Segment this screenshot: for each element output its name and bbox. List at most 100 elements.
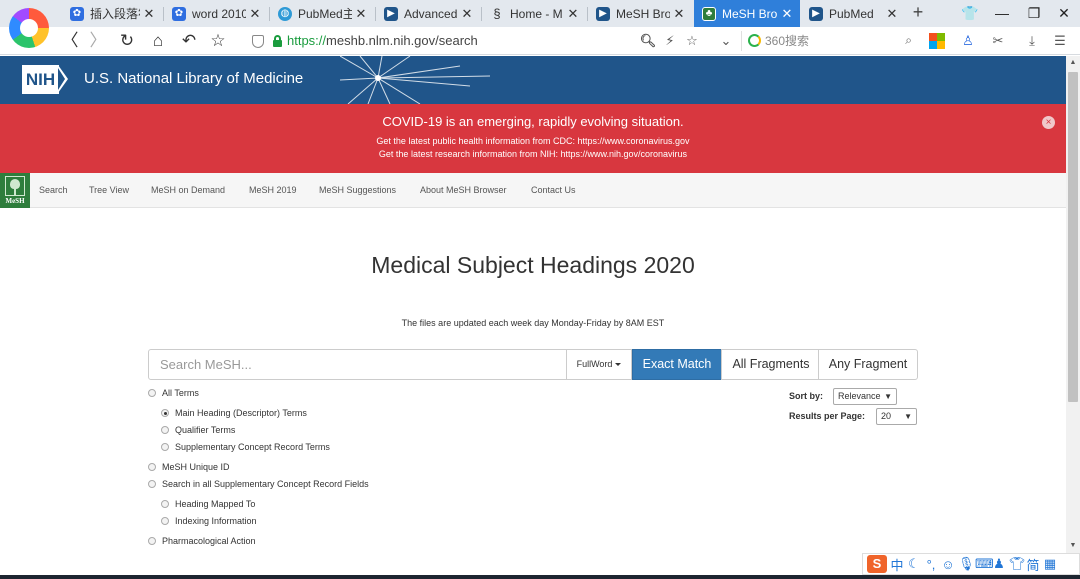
radio-button[interactable] bbox=[161, 443, 169, 451]
menu-icon[interactable]: ☰ bbox=[1050, 27, 1070, 55]
alert-close-icon[interactable]: × bbox=[1042, 116, 1055, 129]
page-search-icon[interactable]: 🔍︎ bbox=[638, 27, 658, 55]
exact-match-button[interactable]: Exact Match bbox=[632, 349, 722, 380]
caret-down-icon bbox=[615, 363, 622, 367]
radio-button[interactable] bbox=[148, 480, 156, 488]
scroll-down-arrow-icon[interactable]: ▼ bbox=[1066, 539, 1080, 553]
radio-button[interactable] bbox=[161, 517, 169, 525]
nav-about-mesh-browser[interactable]: About MeSH Browser bbox=[420, 173, 507, 208]
sogou-ime-icon[interactable]: S bbox=[867, 555, 887, 573]
browser-tab[interactable]: ▶ PubMed ✕ bbox=[801, 0, 905, 27]
browser-tab-active[interactable]: ♣ MeSH Bro ✕ bbox=[694, 0, 800, 27]
close-icon[interactable]: ✕ bbox=[564, 6, 582, 22]
alert-nih-line[interactable]: Get the latest research information from… bbox=[0, 149, 1066, 159]
mesh-logo-text: MeSH bbox=[5, 197, 25, 205]
chevron-down-icon[interactable]: ⌄ bbox=[716, 27, 736, 55]
close-icon[interactable]: ✕ bbox=[458, 6, 476, 22]
lock-icon[interactable] bbox=[273, 35, 282, 47]
search-icon[interactable]: ⌕ bbox=[905, 33, 912, 48]
browser-tab[interactable]: ✿ word 2010 ✕ bbox=[164, 0, 268, 27]
results-per-page-select[interactable]: 20 ▼ bbox=[876, 408, 917, 425]
download-icon[interactable]: ⤓ bbox=[1022, 27, 1042, 55]
radio-button[interactable] bbox=[161, 500, 169, 508]
bookmark-star-icon[interactable]: ☆ bbox=[682, 27, 702, 55]
taskbar bbox=[0, 575, 1080, 579]
option-qualifier[interactable]: Qualifier Terms bbox=[161, 423, 235, 437]
scroll-thumb[interactable] bbox=[1068, 72, 1078, 402]
forward-button[interactable]: 〉 bbox=[86, 27, 110, 55]
microphone-icon[interactable]: 🎙︎ bbox=[958, 556, 975, 572]
scroll-up-arrow-icon[interactable]: ▲ bbox=[1066, 56, 1080, 70]
nav-contact-us[interactable]: Contact Us bbox=[531, 173, 576, 208]
close-icon[interactable]: ✕ bbox=[778, 6, 796, 22]
punctuation-icon[interactable]: °, bbox=[924, 557, 938, 572]
url-field[interactable]: https://meshb.nlm.nih.gov/search bbox=[287, 27, 478, 55]
radio-button-selected[interactable] bbox=[161, 409, 169, 417]
shield-icon[interactable] bbox=[252, 35, 264, 48]
nav-mesh-suggestions[interactable]: MeSH Suggestions bbox=[319, 173, 396, 208]
nih-logo[interactable]: NIH bbox=[22, 65, 72, 94]
browser-tab[interactable]: ✿ 插入段落符号 ✕ bbox=[62, 0, 162, 27]
nav-mesh-on-demand[interactable]: MeSH on Demand bbox=[151, 173, 225, 208]
scissors-icon[interactable]: ✂ bbox=[988, 27, 1008, 55]
fullword-dropdown[interactable]: FullWord bbox=[566, 349, 632, 380]
ime-mode-toggle[interactable]: 中 bbox=[890, 555, 904, 574]
tab-label: word 2010 bbox=[192, 6, 246, 21]
close-icon[interactable]: ✕ bbox=[352, 6, 370, 22]
favorite-star-icon[interactable]: ☆ bbox=[206, 27, 230, 55]
close-icon[interactable]: ✕ bbox=[140, 6, 158, 22]
browser-tab[interactable]: ▶ Advanced ✕ bbox=[376, 0, 480, 27]
browser-tab[interactable]: ▶ MeSH Bro ✕ bbox=[588, 0, 692, 27]
refresh-button[interactable]: ↻ bbox=[115, 27, 139, 55]
skin-icon[interactable]: 👕 bbox=[954, 0, 986, 27]
option-heading-mapped[interactable]: Heading Mapped To bbox=[161, 497, 255, 511]
keyboard-icon[interactable]: ⌨ bbox=[975, 556, 994, 572]
close-icon[interactable]: ✕ bbox=[246, 6, 264, 22]
mesh-logo[interactable]: MeSH bbox=[0, 173, 30, 208]
search-input[interactable] bbox=[148, 349, 567, 380]
grid-icon[interactable]: ▦ bbox=[1043, 556, 1057, 572]
browser-logo-icon[interactable] bbox=[9, 8, 49, 48]
shirt-icon[interactable]: 👕︎ bbox=[1009, 556, 1026, 572]
option-main-heading[interactable]: Main Heading (Descriptor) Terms bbox=[161, 406, 307, 420]
all-fragments-button[interactable]: All Fragments bbox=[721, 349, 821, 380]
address-bar: 〈 〉 ↻ ⌂ ↶ ☆ https://meshb.nlm.nih.gov/se… bbox=[0, 27, 1080, 55]
minimize-button[interactable]: — bbox=[986, 0, 1018, 27]
option-supplementary[interactable]: Supplementary Concept Record Terms bbox=[161, 440, 330, 454]
browser-tab[interactable]: ◍ PubMed主页 ✕ bbox=[270, 0, 374, 27]
site-title[interactable]: U.S. National Library of Medicine bbox=[84, 56, 303, 101]
sort-by-select[interactable]: Relevance ▼ bbox=[833, 388, 897, 405]
new-tab-button[interactable]: + bbox=[905, 0, 931, 27]
close-icon[interactable]: ✕ bbox=[670, 6, 688, 22]
nav-search[interactable]: Search bbox=[39, 173, 68, 208]
radio-button[interactable] bbox=[148, 389, 156, 397]
option-label: Heading Mapped To bbox=[175, 499, 256, 509]
moon-icon[interactable]: ☾ bbox=[907, 556, 921, 572]
back-button[interactable]: 〈 bbox=[58, 27, 82, 55]
emoji-icon[interactable]: ☺ bbox=[941, 557, 955, 572]
radio-button[interactable] bbox=[148, 537, 156, 545]
browser-tab[interactable]: § Home - M ✕ bbox=[482, 0, 586, 27]
close-window-button[interactable]: ✕ bbox=[1048, 0, 1080, 27]
option-all-terms[interactable]: All Terms bbox=[148, 386, 199, 400]
nav-mesh-2019[interactable]: MeSH 2019 bbox=[249, 173, 297, 208]
close-icon[interactable]: ✕ bbox=[883, 6, 901, 22]
radio-button[interactable] bbox=[148, 463, 156, 471]
search-engine-box[interactable]: 360搜索 ⌕ bbox=[741, 31, 916, 51]
restore-button[interactable]: ❐ bbox=[1018, 0, 1050, 27]
option-unique-id[interactable]: MeSH Unique ID bbox=[148, 460, 230, 474]
translate-icon[interactable]: ♙ bbox=[958, 27, 978, 55]
lightning-icon[interactable]: ⚡︎ bbox=[660, 27, 680, 55]
user-icon[interactable]: ♟ bbox=[992, 556, 1006, 572]
option-scr-fields[interactable]: Search in all Supplementary Concept Reco… bbox=[148, 477, 369, 491]
any-fragment-button[interactable]: Any Fragment bbox=[818, 349, 918, 380]
alert-cdc-line[interactable]: Get the latest public health information… bbox=[0, 136, 1066, 146]
nav-tree-view[interactable]: Tree View bbox=[89, 173, 129, 208]
home-button[interactable]: ⌂ bbox=[146, 27, 170, 55]
option-indexing-info[interactable]: Indexing Information bbox=[161, 514, 257, 528]
option-pharm-action[interactable]: Pharmacological Action bbox=[148, 534, 256, 548]
radio-button[interactable] bbox=[161, 426, 169, 434]
undo-close-button[interactable]: ↶ bbox=[177, 27, 201, 55]
simplified-chinese-toggle[interactable]: 简 bbox=[1026, 555, 1040, 574]
apps-grid-icon[interactable] bbox=[929, 33, 945, 49]
